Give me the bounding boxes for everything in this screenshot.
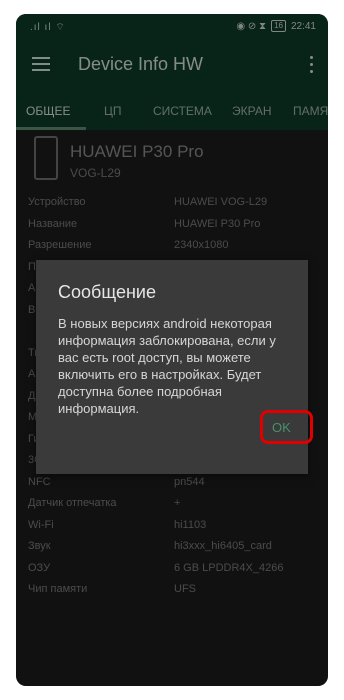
message-dialog: Сообщение В новых версиях android некото…: [36, 260, 313, 474]
dialog-title: Сообщение: [58, 282, 156, 302]
phone-screen: .ıl ıl ⌔ ◉ ⊘ ⧗ 16 22:41 Device Info HW О…: [16, 14, 328, 686]
dialog-message: В новых версиях android некоторая информ…: [58, 316, 276, 416]
ok-button[interactable]: OK: [272, 420, 291, 435]
